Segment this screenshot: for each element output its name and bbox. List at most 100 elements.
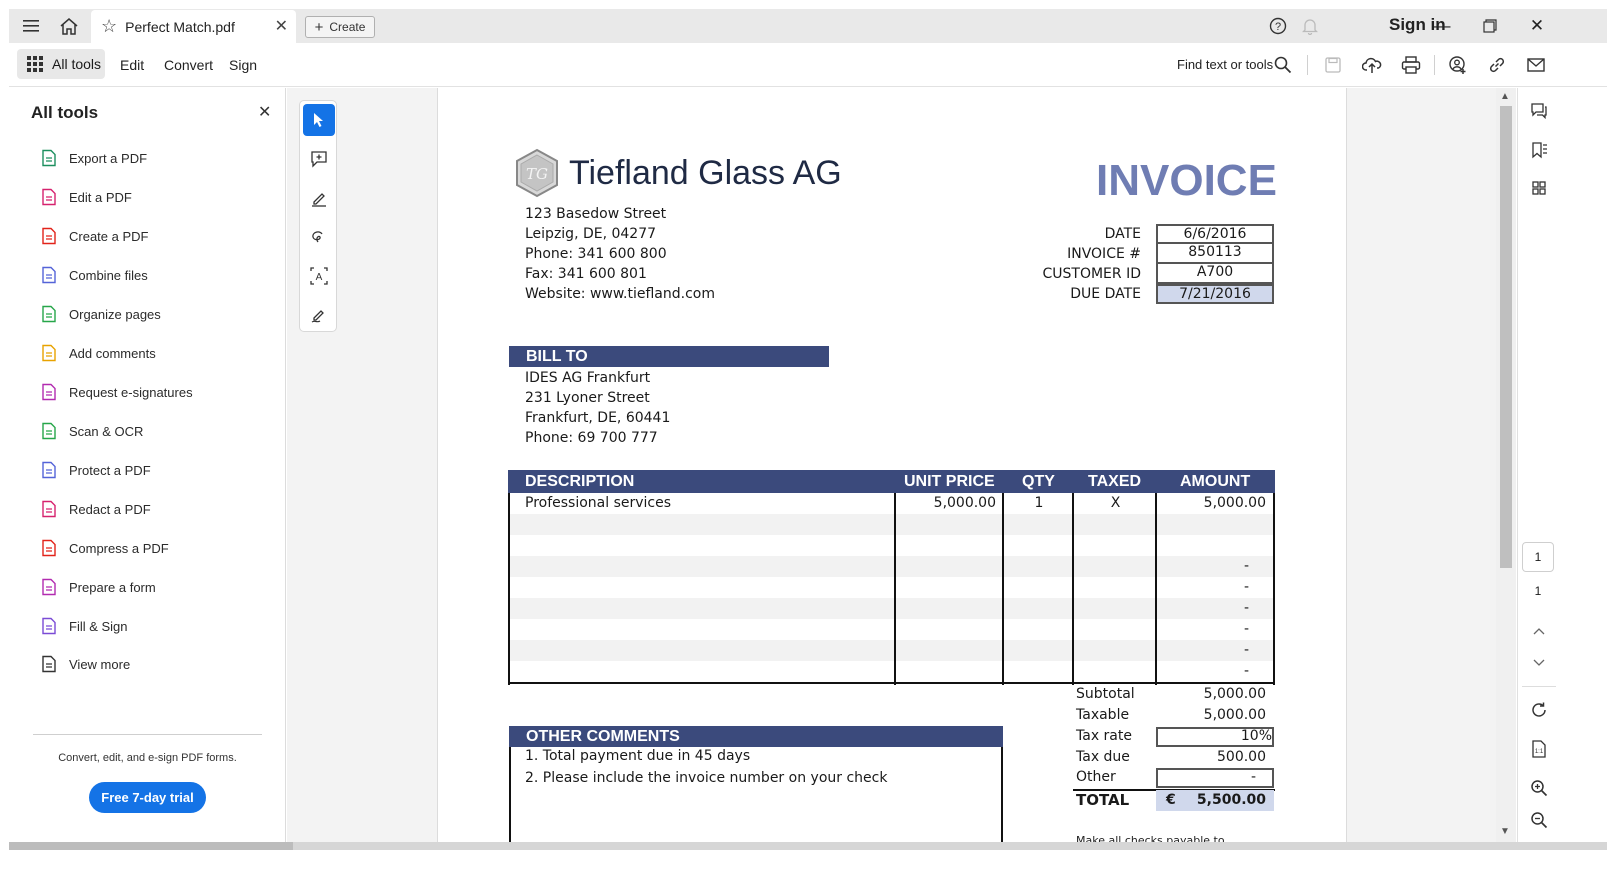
zoom-in-icon[interactable]: [1526, 775, 1552, 801]
protect-pdf-icon: [39, 460, 59, 480]
scroll-thumb[interactable]: [1500, 106, 1512, 568]
close-tab-icon[interactable]: ✕: [275, 16, 288, 36]
table-border: [1002, 493, 1004, 685]
tool-item-combine-files[interactable]: Combine files: [39, 263, 148, 287]
previous-page-icon[interactable]: [1526, 618, 1552, 644]
table-row: -: [508, 619, 1275, 640]
highlight-pen-tool-icon[interactable]: [303, 182, 335, 214]
horizontal-scrollbar[interactable]: [9, 842, 1607, 850]
taxable-value: 5,000.00: [1203, 707, 1266, 723]
tool-item-label: Scan & OCR: [69, 423, 144, 439]
minimize-icon[interactable]: —: [1420, 9, 1464, 43]
item-taxed: X: [1110, 495, 1121, 511]
notifications-bell-icon[interactable]: [1297, 9, 1323, 43]
empty-amount: -: [1243, 621, 1249, 637]
meta-value-customer-id: A700: [1156, 264, 1274, 284]
menu-sign[interactable]: Sign: [229, 57, 257, 73]
print-icon[interactable]: [1396, 51, 1426, 79]
home-icon[interactable]: [55, 9, 83, 43]
panel-title: All tools: [31, 103, 99, 122]
table-row: -: [508, 661, 1275, 682]
tool-item-label: Fill & Sign: [69, 618, 128, 634]
tool-item-prepare-form[interactable]: Prepare a form: [39, 575, 156, 599]
add-comment-tool-icon[interactable]: [303, 143, 335, 175]
restore-icon[interactable]: [1468, 9, 1512, 43]
panel-divider: [33, 734, 262, 735]
text-recognition-tool-icon[interactable]: A: [303, 260, 335, 292]
tool-item-redact-pdf[interactable]: Redact a PDF: [39, 497, 151, 521]
tool-item-organize-pages[interactable]: Organize pages: [39, 302, 161, 326]
document-tab[interactable]: ☆ Perfect Match.pdf ✕: [91, 10, 296, 43]
rotate-icon[interactable]: [1526, 697, 1552, 723]
search-icon[interactable]: [1268, 51, 1298, 79]
current-page-input[interactable]: 1: [1522, 542, 1554, 572]
tax-rate-label: Tax rate: [1076, 728, 1132, 744]
comment-line: 1. Total payment due in 45 days: [525, 748, 751, 764]
apps-grid-icon: [27, 56, 43, 72]
tool-item-scan-ocr[interactable]: Scan & OCR: [39, 419, 143, 443]
tool-item-compress-pdf[interactable]: Compress a PDF: [39, 536, 169, 560]
toolbar-divider: [1434, 55, 1435, 75]
save-icon[interactable]: [1318, 51, 1348, 79]
bookmarks-icon[interactable]: [1526, 137, 1552, 163]
table-row: Professional services 5,000.00 1 X 5,000…: [508, 493, 1275, 514]
menu-edit[interactable]: Edit: [120, 57, 144, 73]
scroll-up-icon[interactable]: ▲: [1500, 91, 1510, 102]
help-icon[interactable]: ?: [1265, 9, 1291, 43]
tool-item-add-comments[interactable]: Add comments: [39, 341, 156, 365]
tax-due-value: 500.00: [1217, 749, 1266, 765]
tool-item-fill-sign[interactable]: Fill & Sign: [39, 614, 128, 638]
tool-item-edit-pdf[interactable]: Edit a PDF: [39, 185, 132, 209]
all-tools-label: All tools: [52, 56, 102, 72]
table-border: [1155, 493, 1157, 685]
other-value: -: [1250, 769, 1256, 785]
zoom-out-icon[interactable]: [1526, 807, 1552, 833]
close-panel-icon[interactable]: ✕: [258, 102, 271, 122]
comment-line: 2. Please include the invoice number on …: [525, 770, 888, 786]
all-tools-button[interactable]: All tools: [17, 49, 105, 79]
table-border: [1072, 493, 1074, 685]
find-text-or-tools[interactable]: Find text or tools: [1177, 57, 1273, 72]
tool-item-wrench[interactable]: View more: [39, 652, 130, 676]
upload-cloud-icon[interactable]: [1357, 51, 1387, 79]
total-value: 5,500.00: [1196, 792, 1266, 808]
create-button[interactable]: + Create: [305, 16, 375, 38]
vertical-scrollbar[interactable]: ▲ ▼: [1496, 88, 1516, 842]
tool-item-request-esign[interactable]: Request e-signatures: [39, 380, 193, 404]
all-tools-panel: All tools ✕ Export a PDF Edit a PDF Create…: [9, 88, 286, 842]
address-line: 123 Basedow Street: [525, 206, 667, 222]
table-border: [508, 682, 1275, 684]
tool-item-protect-pdf[interactable]: Protect a PDF: [39, 458, 151, 482]
next-page-icon[interactable]: [1526, 650, 1552, 676]
empty-amount: -: [1243, 600, 1249, 616]
col-header-taxed: TAXED: [1088, 473, 1142, 490]
sign-tool-icon[interactable]: [303, 299, 335, 331]
tab-title: Perfect Match.pdf: [125, 18, 235, 35]
comments-panel-icon[interactable]: [1526, 98, 1552, 124]
share-user-icon[interactable]: [1443, 51, 1473, 79]
other-label: Other: [1076, 769, 1116, 785]
table-row: -: [508, 598, 1275, 619]
table-row: -: [508, 556, 1275, 577]
free-trial-button[interactable]: Free 7-day trial: [89, 782, 206, 813]
star-icon[interactable]: ☆: [101, 16, 117, 37]
menu-convert[interactable]: Convert: [164, 57, 213, 73]
link-icon[interactable]: [1482, 51, 1512, 79]
create-label: Create: [329, 20, 366, 34]
tool-item-create-pdf[interactable]: Create a PDF: [39, 224, 148, 248]
select-tool-icon[interactable]: [303, 104, 335, 136]
subtotal-value: 5,000.00: [1203, 686, 1266, 702]
draw-freehand-tool-icon[interactable]: [303, 221, 335, 253]
page-view-icon[interactable]: 1:1: [1526, 736, 1552, 762]
col-header-amount: AMOUNT: [1180, 473, 1251, 490]
horizontal-scroll-thumb[interactable]: [9, 842, 293, 850]
tool-item-label: Edit a PDF: [69, 189, 132, 205]
col-header-unit-price: UNIT PRICE: [904, 473, 995, 490]
thumbnails-grid-icon[interactable]: [1526, 175, 1552, 201]
subtotal-label: Subtotal: [1076, 686, 1135, 702]
tool-item-export-pdf[interactable]: Export a PDF: [39, 146, 147, 170]
hamburger-menu-icon[interactable]: [17, 9, 45, 43]
email-icon[interactable]: [1521, 51, 1551, 79]
close-window-icon[interactable]: ✕: [1515, 9, 1559, 43]
scroll-down-icon[interactable]: ▼: [1500, 826, 1510, 837]
